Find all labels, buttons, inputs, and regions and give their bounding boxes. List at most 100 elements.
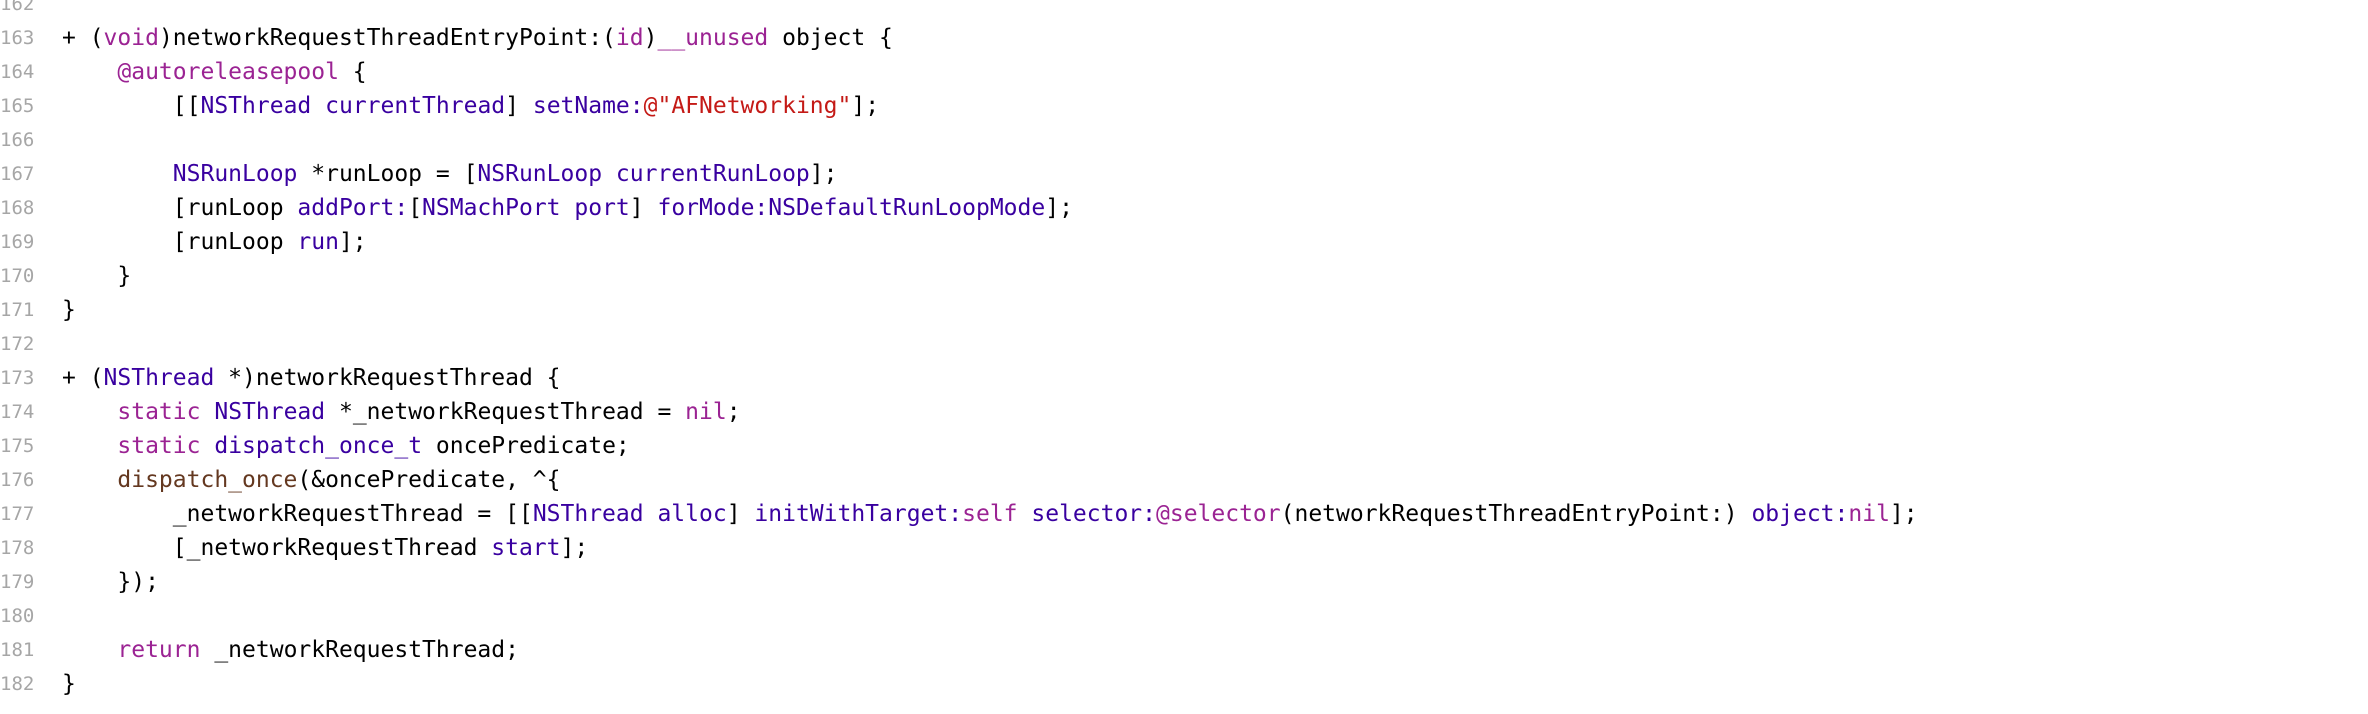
code-token-keyword: __unused (657, 25, 769, 51)
code-text: [_networkRequestThread start]; (62, 531, 588, 565)
code-line[interactable]: 164 @autoreleasepool { (0, 55, 2368, 89)
code-line[interactable]: 172 (0, 327, 2368, 361)
code-token-plain: ] (629, 195, 658, 221)
line-number: 163 (0, 27, 35, 49)
code-token-plain: } (62, 263, 132, 289)
code-token-keyword: return (117, 637, 201, 663)
line-number: 166 (0, 129, 35, 151)
code-text: @autoreleasepool { (62, 55, 367, 89)
code-token-plain: ) (643, 25, 658, 51)
line-number: 179 (0, 571, 35, 593)
code-line[interactable]: 176 dispatch_once(&oncePredicate, ^{ (0, 463, 2368, 497)
code-line[interactable]: 167 NSRunLoop *runLoop = [NSRunLoop curr… (0, 157, 2368, 191)
code-line[interactable]: 182} (0, 667, 2368, 701)
code-token-string: @"AFNetworking" (643, 93, 852, 119)
line-number: 176 (0, 469, 35, 491)
code-token-plain: )networkRequestThreadEntryPoint:( (158, 25, 616, 51)
code-text: return _networkRequestThread; (62, 633, 519, 667)
code-text: _networkRequestThread = [[NSThread alloc… (62, 497, 1918, 531)
code-token-method: selector: (1031, 501, 1156, 527)
code-text: dispatch_once(&oncePredicate, ^{ (62, 463, 560, 497)
code-text: + (void)networkRequestThreadEntryPoint:(… (62, 21, 893, 55)
code-token-method: forMode: (657, 195, 769, 221)
code-token-method: setName: (532, 93, 644, 119)
line-number: 175 (0, 435, 35, 457)
code-text: [runLoop addPort:[NSMachPort port] forMo… (62, 191, 1073, 225)
code-text: } (62, 667, 76, 701)
code-line[interactable]: 177 _networkRequestThread = [[NSThread a… (0, 497, 2368, 531)
code-line[interactable]: 163 + (void)networkRequestThreadEntryPoin… (0, 21, 2368, 55)
code-token-plain: *_networkRequestThread = (325, 399, 686, 425)
code-token-plain: + ( (62, 25, 104, 51)
line-number: 182 (0, 673, 35, 695)
line-number: 178 (0, 537, 35, 559)
code-token-plain: ]; (560, 535, 589, 561)
code-token-type: dispatch_once_t (214, 433, 423, 459)
code-editor[interactable]: 162 163 + (void)networkRequestThreadEntryP… (0, 0, 2368, 714)
code-token-plain: { (338, 59, 367, 85)
code-text: } (62, 293, 76, 327)
code-text: NSRunLoop *runLoop = [NSRunLoop currentR… (62, 157, 838, 191)
code-token-plain: + ( (62, 365, 104, 391)
code-token-method: currentThread (325, 93, 506, 119)
code-token-keyword: static (117, 433, 201, 459)
code-line[interactable]: 178 [_networkRequestThread start]; (0, 531, 2368, 565)
code-token-type: NSRunLoop (172, 161, 298, 187)
code-token-type: NSRunLoop (477, 161, 603, 187)
code-line[interactable]: 173 + (NSThread *)networkRequestThread { (0, 361, 2368, 395)
code-line[interactable]: 169 [runLoop run]; (0, 225, 2368, 259)
code-token-plain: ; (726, 399, 741, 425)
code-line[interactable]: 162 (0, 0, 2368, 21)
code-token-keyword: void (103, 25, 159, 51)
line-number: 162 (0, 0, 35, 15)
code-line[interactable]: 174 static NSThread *_networkRequestThre… (0, 395, 2368, 429)
code-token-method: port (574, 195, 630, 221)
code-token-keyword: nil (685, 399, 727, 425)
code-line[interactable]: 165 [[NSThread currentThread] setName:@"… (0, 89, 2368, 123)
code-token-plain: ]; (338, 229, 367, 255)
code-token-plain: object { (768, 25, 893, 51)
code-token-method: object: (1751, 501, 1849, 527)
line-number: 172 (0, 333, 35, 355)
code-text: [[NSThread currentThread] setName:@"AFNe… (62, 89, 879, 123)
line-number: 168 (0, 197, 35, 219)
code-token-type: NSThread (200, 93, 312, 119)
code-token-plain: ]; (851, 93, 880, 119)
code-line[interactable]: 166 (0, 123, 2368, 157)
code-token-method: currentRunLoop (615, 161, 810, 187)
code-token-keyword: id (615, 25, 644, 51)
code-token-type: NSMachPort (422, 195, 561, 221)
line-number: 171 (0, 299, 35, 321)
code-line[interactable]: 171} (0, 293, 2368, 327)
code-line[interactable]: 175 static dispatch_once_t oncePredicate… (0, 429, 2368, 463)
code-token-plain: [runLoop (62, 195, 298, 221)
code-line[interactable]: 180 (0, 599, 2368, 633)
code-line[interactable]: 181 return _networkRequestThread; (0, 633, 2368, 667)
code-token-method: initWithTarget: (754, 501, 963, 527)
code-token-method: addPort: (297, 195, 409, 221)
code-token-type: NSThread (214, 399, 326, 425)
code-token-plain: oncePredicate; (422, 433, 630, 459)
code-text: static dispatch_once_t oncePredicate; (62, 429, 630, 463)
code-token-keyword: self (962, 501, 1018, 527)
code-token-plain: _networkRequestThread; (200, 637, 519, 663)
code-line[interactable]: 168 [runLoop addPort:[NSMachPort port] f… (0, 191, 2368, 225)
code-token-plain: ]; (809, 161, 838, 187)
code-token-plain: } (62, 671, 76, 697)
line-number: 167 (0, 163, 35, 185)
code-token-plain: _networkRequestThread = [[ (62, 501, 533, 527)
code-line[interactable]: 179 }); (0, 565, 2368, 599)
code-line[interactable]: 170 } (0, 259, 2368, 293)
code-token-method: alloc (657, 501, 727, 527)
line-number: 177 (0, 503, 35, 525)
code-token-method: run (297, 229, 339, 255)
